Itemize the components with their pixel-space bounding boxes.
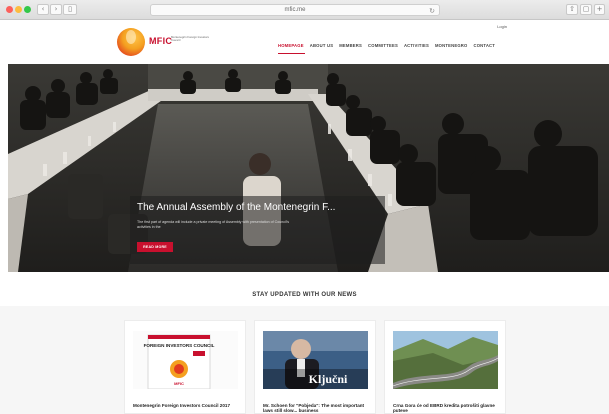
plus-icon: +: [596, 5, 603, 13]
chevron-left-icon: ‹: [41, 5, 45, 13]
sidebar-icon: ▯: [68, 5, 72, 13]
browser-toolbar: ‹ › ▯ mfic.me ↻ ⇧ ▢ +: [0, 0, 609, 20]
news-card-title[interactable]: Montenegrin Foreign Investors Council 20…: [133, 403, 241, 408]
news-section-title: STAY UPDATED WITH OUR NEWS: [252, 292, 357, 298]
brochure-logo-text: MFIC: [174, 381, 184, 386]
tabs-icon: ▢: [582, 5, 590, 13]
back-button[interactable]: ‹: [37, 4, 49, 15]
nav-homepage[interactable]: HOMEPAGE: [278, 43, 304, 48]
address-bar[interactable]: mfic.me ↻: [150, 4, 440, 16]
logo[interactable]: MFIC Montenegrin Foreign Investors Counc…: [117, 28, 217, 58]
logo-text: MFIC: [149, 36, 173, 46]
active-nav-indicator: [278, 53, 305, 54]
nav-about-us[interactable]: ABOUT US: [310, 43, 333, 48]
nav-members[interactable]: MEMBERS: [339, 43, 362, 48]
share-button[interactable]: ⇧: [566, 4, 578, 15]
nav-contact[interactable]: CONTACT: [473, 43, 495, 48]
reload-icon[interactable]: ↻: [429, 6, 435, 16]
minimize-window-button[interactable]: [15, 6, 22, 13]
news-card[interactable]: Crna Gora će od EBRD kredita potrošiti g…: [384, 320, 506, 414]
hero-slider[interactable]: The Annual Assembly of the Montenegrin F…: [8, 64, 609, 272]
news-card[interactable]: Ključni Mr. Schoen for "Pobjeda": The mo…: [254, 320, 376, 414]
site-header: Login MFIC Montenegrin Foreign Investors…: [0, 20, 609, 64]
login-link[interactable]: Login: [497, 24, 507, 29]
close-window-button[interactable]: [6, 6, 13, 13]
url-text: mfic.me: [284, 7, 306, 13]
forward-button[interactable]: ›: [50, 4, 62, 15]
news-card-image: Ključni: [263, 331, 368, 389]
photo-overlay-text: Ključni: [309, 372, 348, 386]
chevron-right-icon: ›: [54, 5, 58, 13]
hero-text: The first part of agenda will include a …: [137, 220, 290, 229]
tabs-button[interactable]: ▢: [580, 4, 592, 15]
new-tab-button[interactable]: +: [594, 4, 605, 15]
hero-title[interactable]: The Annual Assembly of the Montenegrin F…: [137, 202, 335, 213]
brochure-cover-text: FOREIGN INVESTORS COUNCIL: [144, 343, 215, 348]
news-card-image: FOREIGN INVESTORS COUNCIL MFIC: [133, 331, 238, 389]
news-card-title[interactable]: Crna Gora će od EBRD kredita potrošiti g…: [393, 403, 501, 414]
nav-montenegro[interactable]: MONTENEGRO: [435, 43, 467, 48]
read-more-button[interactable]: READ MORE: [137, 242, 173, 252]
nav-activities[interactable]: ACTIVITIES: [404, 43, 429, 48]
hero-caption: The Annual Assembly of the Montenegrin F…: [130, 196, 385, 264]
news-card-title[interactable]: Mr. Schoen for "Pobjeda": The most impor…: [263, 403, 371, 414]
logo-mark-icon: [117, 28, 145, 56]
share-icon: ⇧: [569, 5, 575, 13]
nav-committees[interactable]: COMMITTEES: [368, 43, 398, 48]
main-nav: HOMEPAGE ABOUT US MEMBERS COMMITTEES ACT…: [278, 43, 495, 48]
logo-subtitle: Montenegrin Foreign Investors Council: [171, 35, 209, 43]
sidebar-button[interactable]: ▯: [63, 4, 77, 15]
maximize-window-button[interactable]: [24, 6, 31, 13]
news-card[interactable]: FOREIGN INVESTORS COUNCIL MFIC Montenegr…: [124, 320, 246, 414]
news-card-image: [393, 331, 498, 389]
